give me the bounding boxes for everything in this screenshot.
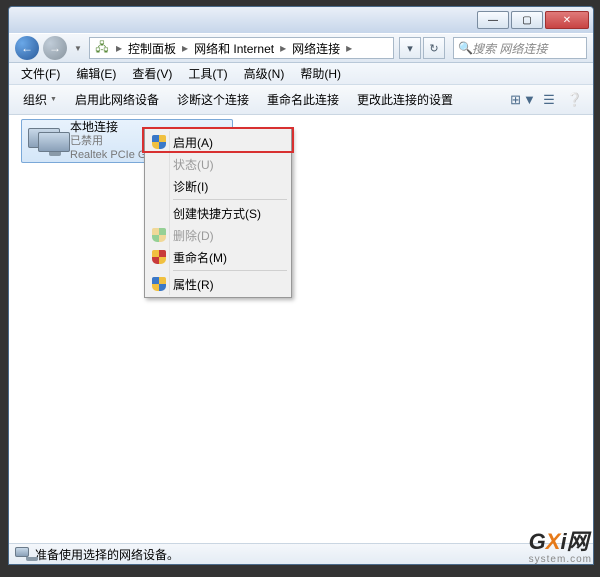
separator bbox=[173, 270, 287, 271]
menu-tools[interactable]: 工具(T) bbox=[180, 63, 235, 84]
organize-button[interactable]: 组织▼ bbox=[15, 88, 65, 111]
separator bbox=[173, 199, 287, 200]
address-dropdown-button[interactable]: ▾ bbox=[399, 37, 421, 59]
chevron-icon[interactable]: ▸ bbox=[114, 41, 124, 55]
breadcrumb-segment[interactable]: 网络和 Internet bbox=[194, 40, 274, 57]
adapter-icon bbox=[28, 126, 64, 156]
search-icon: 🔍 bbox=[458, 41, 472, 55]
refresh-button[interactable]: ↻ bbox=[423, 37, 445, 59]
close-button[interactable]: ✕ bbox=[545, 11, 589, 29]
context-diagnose[interactable]: 诊断(I) bbox=[147, 175, 289, 197]
maximize-button[interactable]: ▢ bbox=[511, 11, 543, 29]
address-tools: ▾ ↻ bbox=[399, 37, 445, 59]
shield-icon bbox=[151, 249, 167, 265]
network-icon: 🖧 bbox=[94, 40, 110, 56]
chevron-icon[interactable]: ▸ bbox=[278, 41, 288, 55]
menu-advanced[interactable]: 高级(N) bbox=[236, 63, 293, 84]
enable-device-button[interactable]: 启用此网络设备 bbox=[67, 88, 167, 111]
context-properties[interactable]: 属性(R) bbox=[147, 273, 289, 295]
help-button[interactable]: ❔ bbox=[563, 89, 587, 111]
adapter-text: 本地连接 已禁用 Realtek PCIe G... bbox=[70, 120, 156, 162]
chevron-icon[interactable]: ▸ bbox=[180, 41, 190, 55]
menu-view[interactable]: 查看(V) bbox=[124, 63, 180, 84]
forward-button[interactable]: → bbox=[43, 36, 67, 60]
preview-pane-button[interactable]: ☰ bbox=[537, 89, 561, 111]
status-icon bbox=[15, 547, 31, 561]
view-mode-button[interactable]: ⊞▼ bbox=[511, 89, 535, 111]
context-status: 状态(U) bbox=[147, 153, 289, 175]
menu-file[interactable]: 文件(F) bbox=[13, 63, 68, 84]
address-bar[interactable]: 🖧 ▸ 控制面板 ▸ 网络和 Internet ▸ 网络连接 ▸ bbox=[89, 37, 394, 59]
change-settings-button[interactable]: 更改此连接的设置 bbox=[349, 88, 461, 111]
status-bar: 准备使用选择的网络设备。 bbox=[9, 543, 593, 564]
navigation-row: ← → ▼ 🖧 ▸ 控制面板 ▸ 网络和 Internet ▸ 网络连接 ▸ ▾… bbox=[9, 33, 593, 63]
minimize-button[interactable]: — bbox=[477, 11, 509, 29]
context-create-shortcut[interactable]: 创建快捷方式(S) bbox=[147, 202, 289, 224]
command-bar: 组织▼ 启用此网络设备 诊断这个连接 重命名此连接 更改此连接的设置 ⊞▼ ☰ … bbox=[9, 85, 593, 115]
adapter-device: Realtek PCIe G... bbox=[70, 148, 156, 162]
diagnose-button[interactable]: 诊断这个连接 bbox=[169, 88, 257, 111]
nav-history-dropdown[interactable]: ▼ bbox=[71, 44, 85, 53]
breadcrumb-segment[interactable]: 网络连接 bbox=[292, 40, 340, 57]
search-placeholder: 搜索 网络连接 bbox=[472, 40, 547, 57]
breadcrumb-segment[interactable]: 控制面板 bbox=[128, 40, 176, 57]
explorer-window: — ▢ ✕ ← → ▼ 🖧 ▸ 控制面板 ▸ 网络和 Internet ▸ 网络… bbox=[8, 6, 594, 565]
menu-help[interactable]: 帮助(H) bbox=[292, 63, 349, 84]
back-button[interactable]: ← bbox=[15, 36, 39, 60]
rename-connection-button[interactable]: 重命名此连接 bbox=[259, 88, 347, 111]
shield-icon bbox=[151, 227, 167, 243]
shield-icon bbox=[151, 276, 167, 292]
search-input[interactable]: 🔍 搜索 网络连接 bbox=[453, 37, 587, 59]
adapter-name: 本地连接 bbox=[70, 120, 156, 134]
watermark: GXi网 system.com bbox=[529, 524, 592, 565]
menu-edit[interactable]: 编辑(E) bbox=[68, 63, 124, 84]
status-text: 准备使用选择的网络设备。 bbox=[35, 546, 179, 563]
adapter-status: 已禁用 bbox=[70, 134, 156, 148]
context-delete: 删除(D) bbox=[147, 224, 289, 246]
titlebar: — ▢ ✕ bbox=[9, 7, 593, 33]
content-area[interactable]: 本地连接 已禁用 Realtek PCIe G... bbox=[9, 115, 593, 545]
context-enable[interactable]: 启用(A) bbox=[147, 131, 289, 153]
shield-icon bbox=[151, 134, 167, 150]
chevron-icon[interactable]: ▸ bbox=[344, 41, 354, 55]
context-rename[interactable]: 重命名(M) bbox=[147, 246, 289, 268]
menu-bar: 文件(F) 编辑(E) 查看(V) 工具(T) 高级(N) 帮助(H) bbox=[9, 63, 593, 85]
context-menu: 启用(A) 状态(U) 诊断(I) 创建快捷方式(S) 删除(D) 重命名(M)… bbox=[144, 128, 292, 298]
